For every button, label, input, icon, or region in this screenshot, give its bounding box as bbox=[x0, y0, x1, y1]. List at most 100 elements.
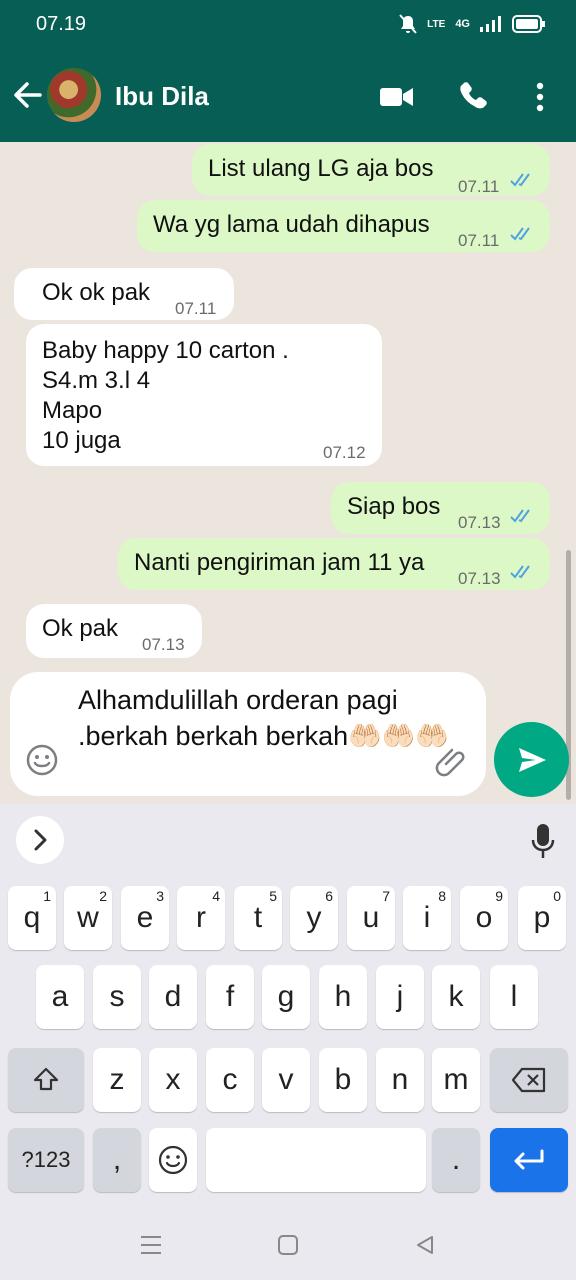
key-label: i bbox=[423, 901, 431, 934]
message-text: Nanti pengiriman jam 11 ya bbox=[134, 549, 425, 576]
message-time: 07.12 bbox=[323, 443, 366, 462]
key-b[interactable]: b bbox=[319, 1048, 367, 1112]
key-s[interactable]: s bbox=[93, 965, 141, 1029]
key-l[interactable]: l bbox=[490, 965, 538, 1029]
key-e[interactable]: e3 bbox=[121, 886, 169, 950]
key-i[interactable]: i8 bbox=[403, 886, 451, 950]
more-vert-icon[interactable] bbox=[528, 80, 552, 114]
send-button[interactable] bbox=[494, 722, 569, 797]
key-label: z bbox=[109, 1063, 125, 1096]
smiley-icon bbox=[158, 1145, 188, 1175]
key-m[interactable]: m bbox=[432, 1048, 480, 1112]
message-incoming[interactable]: Baby happy 10 carton . S4.m 3.l 4 Mapo 1… bbox=[26, 324, 382, 466]
message-outgoing[interactable]: Nanti pengiriman jam 11 ya 07.13 bbox=[118, 538, 550, 590]
message-time: 07.11 bbox=[458, 177, 500, 196]
back-arrow-icon[interactable] bbox=[12, 78, 42, 112]
key-label: l bbox=[510, 980, 518, 1013]
key-t[interactable]: t5 bbox=[234, 886, 282, 950]
key-label: u bbox=[362, 901, 380, 934]
message-incoming[interactable]: Ok ok pak 07.11 bbox=[14, 268, 234, 320]
enter-arrow-icon bbox=[514, 1149, 544, 1170]
status-icons: LTE 4G bbox=[399, 14, 546, 34]
key-number: 1 bbox=[43, 888, 51, 904]
read-ticks-icon bbox=[510, 173, 530, 187]
key-label: b bbox=[334, 1063, 352, 1096]
key-number: 5 bbox=[269, 888, 277, 904]
message-text: List ulang LG aja bos bbox=[208, 155, 434, 182]
key-number: 3 bbox=[156, 888, 164, 904]
mic-icon[interactable] bbox=[530, 822, 556, 862]
space-bar[interactable] bbox=[206, 1128, 426, 1192]
network-icon: 4G bbox=[455, 18, 470, 30]
key-r[interactable]: r4 bbox=[177, 886, 225, 950]
key-v[interactable]: v bbox=[262, 1048, 310, 1112]
key-j[interactable]: j bbox=[376, 965, 424, 1029]
message-outgoing[interactable]: Siap bos 07.13 bbox=[331, 482, 550, 534]
recents-icon[interactable] bbox=[139, 1234, 163, 1256]
message-input[interactable]: Alhamdulillah orderan pagi .berkah berka… bbox=[78, 682, 458, 754]
shift-arrow-icon bbox=[33, 1067, 59, 1091]
key-label: s bbox=[109, 980, 125, 1013]
key-h[interactable]: h bbox=[319, 965, 367, 1029]
key-label: v bbox=[278, 1063, 294, 1096]
message-text: Ok pak bbox=[42, 615, 119, 642]
phone-call-icon[interactable] bbox=[457, 80, 489, 112]
key-label: a bbox=[51, 980, 69, 1013]
key-number: 8 bbox=[438, 888, 446, 904]
key-k[interactable]: k bbox=[432, 965, 480, 1029]
key-label: , bbox=[112, 1143, 122, 1176]
signal-icon bbox=[480, 16, 501, 32]
message-time: 07.11 bbox=[175, 299, 217, 318]
comma-key[interactable]: , bbox=[93, 1128, 141, 1192]
enter-key[interactable] bbox=[490, 1128, 568, 1192]
backspace-key[interactable] bbox=[490, 1048, 568, 1112]
key-label: q bbox=[23, 901, 41, 934]
key-u[interactable]: u7 bbox=[347, 886, 395, 950]
message-outgoing[interactable]: List ulang LG aja bos 07.11 bbox=[192, 144, 550, 196]
key-n[interactable]: n bbox=[376, 1048, 424, 1112]
key-p[interactable]: p0 bbox=[518, 886, 566, 950]
contact-avatar[interactable] bbox=[47, 68, 101, 122]
read-ticks-icon bbox=[510, 227, 530, 241]
contact-name[interactable]: Ibu Dila bbox=[115, 81, 209, 112]
key-z[interactable]: z bbox=[93, 1048, 141, 1112]
key-label: d bbox=[164, 980, 182, 1013]
key-c[interactable]: c bbox=[206, 1048, 254, 1112]
message-time: 07.13 bbox=[458, 513, 501, 532]
key-a[interactable]: a bbox=[36, 965, 84, 1029]
back-nav-icon[interactable] bbox=[414, 1234, 436, 1256]
message-composer[interactable]: Alhamdulillah orderan pagi .berkah berka… bbox=[10, 672, 486, 796]
home-icon[interactable] bbox=[277, 1234, 299, 1256]
key-o[interactable]: o9 bbox=[460, 886, 508, 950]
key-x[interactable]: x bbox=[149, 1048, 197, 1112]
message-incoming[interactable]: Ok pak 07.13 bbox=[26, 604, 202, 658]
key-label: t bbox=[253, 901, 263, 934]
key-y[interactable]: y6 bbox=[290, 886, 338, 950]
key-label: o bbox=[475, 901, 493, 934]
shift-key[interactable] bbox=[8, 1048, 84, 1112]
symbols-key[interactable]: ?123 bbox=[8, 1128, 84, 1192]
message-text: Siap bos bbox=[347, 493, 441, 520]
system-nav-bar bbox=[0, 1210, 576, 1280]
backspace-icon bbox=[511, 1067, 546, 1093]
key-label: . bbox=[451, 1143, 461, 1176]
video-call-icon[interactable] bbox=[380, 86, 414, 108]
attach-clip-icon[interactable] bbox=[434, 744, 468, 778]
key-number: 4 bbox=[212, 888, 220, 904]
emoji-icon[interactable] bbox=[26, 744, 58, 776]
message-text: Ok ok pak bbox=[42, 279, 151, 306]
key-q[interactable]: q1 bbox=[8, 886, 56, 950]
toolbar-expand-button[interactable] bbox=[16, 816, 64, 864]
key-d[interactable]: d bbox=[149, 965, 197, 1029]
key-number: 6 bbox=[325, 888, 333, 904]
key-g[interactable]: g bbox=[262, 965, 310, 1029]
message-outgoing[interactable]: Wa yg lama udah dihapus 07.11 bbox=[137, 200, 550, 252]
period-key[interactable]: . bbox=[432, 1128, 480, 1192]
key-w[interactable]: w2 bbox=[64, 886, 112, 950]
emoji-key[interactable] bbox=[149, 1128, 197, 1192]
message-time: 07.13 bbox=[142, 635, 185, 654]
key-f[interactable]: f bbox=[206, 965, 254, 1029]
key-number: 7 bbox=[382, 888, 390, 904]
send-icon bbox=[519, 748, 546, 772]
message-time: 07.13 bbox=[458, 569, 501, 588]
